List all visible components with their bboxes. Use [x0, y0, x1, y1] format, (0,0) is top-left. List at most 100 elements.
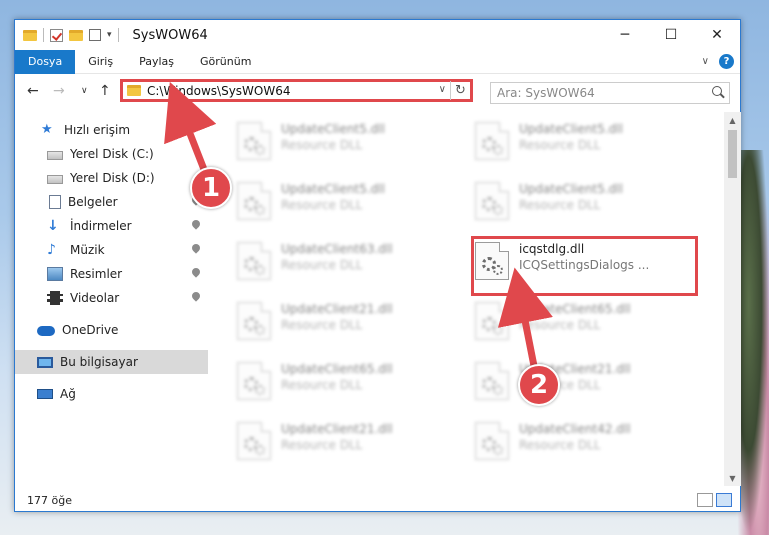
separator — [117, 28, 119, 42]
scroll-thumb[interactable] — [728, 130, 737, 178]
list-item[interactable]: UpdateClient63.dll Resource DLL — [237, 238, 457, 288]
list-item[interactable]: UpdateClient5.dll Resource DLL — [237, 118, 457, 168]
pin-icon[interactable] — [190, 266, 202, 278]
sidebar-item-quick-access[interactable]: ★ Hızlı erişim — [15, 118, 208, 142]
sidebar-item-label: Hızlı erişim — [64, 123, 131, 137]
dll-file-icon — [237, 302, 271, 340]
step-2-badge: 2 — [518, 364, 560, 406]
list-item[interactable]: UpdateClient5.dll Resource DLL — [475, 118, 695, 168]
chevron-down-icon[interactable]: ∨ — [439, 84, 446, 95]
sidebar-item-downloads[interactable]: ↓ İndirmeler — [15, 214, 208, 238]
tab-file[interactable]: Dosya — [15, 49, 76, 74]
tab-view[interactable]: Görünüm — [187, 50, 264, 74]
search-icon[interactable] — [712, 86, 722, 96]
dll-file-icon — [475, 302, 509, 340]
sidebar-item-label: Ağ — [60, 387, 76, 401]
help-icon[interactable]: ? — [719, 54, 734, 69]
sidebar-item-documents[interactable]: Belgeler — [15, 190, 208, 214]
drive-icon — [47, 151, 63, 160]
address-bar[interactable]: C:\Windows\SysWOW64 ∨ ↻ — [120, 79, 473, 102]
ribbon-tabs: Dosya Giriş Paylaş Görünüm ∨ ? — [15, 49, 740, 74]
file-description: Resource DLL — [519, 438, 601, 452]
tab-share[interactable]: Paylaş — [126, 50, 187, 74]
step-1-badge: 1 — [190, 167, 232, 209]
window-title: SysWOW64 — [132, 27, 208, 43]
sidebar-item-label: Belgeler — [68, 195, 118, 209]
separator — [43, 28, 44, 42]
list-item[interactable]: UpdateClient65.dll Resource DLL — [237, 358, 457, 408]
file-description: Resource DLL — [281, 438, 363, 452]
sidebar-item-this-pc[interactable]: Bu bilgisayar — [15, 350, 208, 374]
expand-ribbon-icon[interactable]: ∨ — [702, 56, 709, 67]
details-view-icon[interactable] — [697, 493, 713, 507]
large-icons-view-icon[interactable] — [716, 493, 732, 507]
up-arrow-icon[interactable]: ↑ — [99, 83, 111, 99]
file-name: UpdateClient5.dll — [519, 182, 623, 196]
scroll-down-icon[interactable]: ▼ — [724, 470, 741, 486]
status-bar: 177 öğe — [15, 488, 740, 512]
vertical-scrollbar[interactable]: ▲ ▼ — [724, 112, 741, 486]
file-name: UpdateClient21.dll — [281, 302, 393, 316]
list-item[interactable]: UpdateClient21.dllResource DLL — [475, 358, 695, 408]
explorer-window: ▾ SysWOW64 ─ ☐ ✕ Dosya Giriş Paylaş Görü… — [14, 19, 741, 512]
sidebar-item-music[interactable]: ♪ Müzik — [15, 238, 208, 262]
list-item[interactable]: UpdateClient21.dllResource DLL — [237, 418, 457, 468]
documents-icon — [49, 195, 61, 209]
close-button[interactable]: ✕ — [694, 20, 740, 50]
list-item[interactable]: UpdateClient65.dll Resource DLL — [475, 298, 695, 348]
new-folder-icon[interactable] — [69, 29, 83, 41]
tab-home[interactable]: Giriş — [75, 50, 126, 74]
list-item[interactable]: UpdateClient42.dll Resource DLL — [475, 418, 695, 468]
dll-file-icon — [475, 422, 509, 460]
quick-access-toolbar: ▾ — [15, 28, 119, 42]
list-item[interactable]: UpdateClient5.dll Resource DLL — [237, 178, 457, 228]
sidebar-item-videos[interactable]: Videolar — [15, 286, 208, 310]
file-name: UpdateClient5.dll — [281, 122, 385, 136]
refresh-icon[interactable]: ↻ — [450, 81, 470, 100]
sidebar-item-label: Resimler — [70, 267, 123, 281]
dll-file-icon — [237, 422, 271, 460]
list-item[interactable]: UpdateClient21.dllResource DLL — [237, 298, 457, 348]
recent-locations-icon[interactable]: ∨ — [81, 86, 88, 96]
sidebar-item-onedrive[interactable]: OneDrive — [15, 318, 208, 342]
pin-icon[interactable] — [190, 218, 202, 230]
chevron-down-icon[interactable]: ▾ — [107, 30, 112, 40]
file-name: UpdateClient5.dll — [519, 122, 623, 136]
file-name: UpdateClient65.dll — [519, 302, 631, 316]
dll-file-icon — [237, 182, 271, 220]
pin-icon[interactable] — [190, 242, 202, 254]
scroll-up-icon[interactable]: ▲ — [724, 112, 741, 128]
minimize-button[interactable]: ─ — [602, 20, 648, 50]
folder-icon — [127, 85, 141, 96]
sidebar-item-network[interactable]: Ağ — [15, 382, 208, 406]
search-placeholder: Ara: SysWOW64 — [497, 86, 595, 100]
pin-icon[interactable] — [190, 290, 202, 302]
video-icon — [47, 291, 63, 305]
file-name: UpdateClient63.dll — [281, 242, 393, 256]
dll-file-icon — [475, 122, 509, 160]
file-description: Resource DLL — [281, 138, 363, 152]
forward-arrow-icon[interactable]: → — [53, 83, 65, 99]
sidebar-item-pictures[interactable]: Resimler — [15, 262, 208, 286]
properties-check-icon[interactable] — [50, 28, 63, 42]
address-path[interactable]: C:\Windows\SysWOW64 — [147, 84, 291, 98]
star-icon: ★ — [41, 122, 53, 137]
file-description: Resource DLL — [519, 198, 601, 212]
sidebar-item-local-disk-c[interactable]: Yerel Disk (C:) — [15, 142, 208, 166]
folder-icon — [23, 29, 37, 41]
file-description: Resource DLL — [519, 138, 601, 152]
sidebar-item-label: İndirmeler — [70, 219, 132, 233]
sidebar-item-label: Videolar — [70, 291, 120, 305]
sidebar-item-label: Bu bilgisayar — [60, 355, 138, 369]
maximize-button[interactable]: ☐ — [648, 20, 694, 50]
view-options-icon[interactable] — [89, 29, 101, 41]
file-name: UpdateClient42.dll — [519, 422, 631, 436]
dll-file-icon — [237, 122, 271, 160]
search-input[interactable]: Ara: SysWOW64 — [490, 82, 730, 104]
window-controls: ─ ☐ ✕ — [602, 20, 740, 50]
navigation-bar: ← → ∨ ↑ C:\Windows\SysWOW64 ∨ ↻ Ara: Sys… — [15, 74, 740, 108]
sidebar-item-local-disk-d[interactable]: Yerel Disk (D:) — [15, 166, 208, 190]
back-arrow-icon[interactable]: ← — [27, 83, 39, 99]
list-item[interactable]: UpdateClient5.dll Resource DLL — [475, 178, 695, 228]
pictures-icon — [47, 267, 63, 281]
